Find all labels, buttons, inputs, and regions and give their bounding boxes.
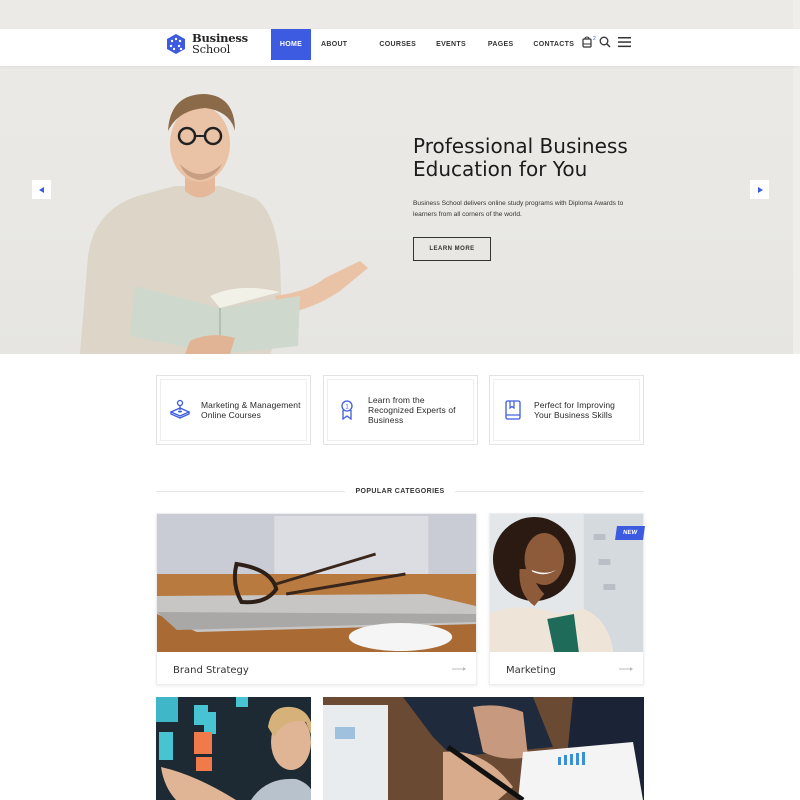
- arrow-right-icon: [757, 186, 763, 193]
- section-title: POPULAR CATEGORIES: [355, 487, 445, 495]
- arrow-right-icon[interactable]: [619, 666, 633, 672]
- hero-description: Business School delivers online study pr…: [413, 200, 624, 218]
- search-button[interactable]: [599, 36, 611, 48]
- hero-title-line1: Professional Business: [413, 134, 628, 158]
- divider-line: [156, 490, 346, 492]
- nav-item-events[interactable]: EVENTS: [428, 29, 478, 60]
- category-label[interactable]: Brand Strategy: [173, 665, 249, 676]
- logo-text: Business School: [192, 32, 248, 56]
- search-icon: [599, 36, 611, 48]
- hero-image-man-with-book: [80, 94, 368, 354]
- logo[interactable]: Business School: [166, 32, 248, 56]
- feature-card-experts: 1 Learn from the Recognized Experts of B…: [323, 375, 478, 445]
- nav-item-about[interactable]: ABOUT: [311, 29, 359, 60]
- divider-line: [454, 490, 645, 492]
- feature-text: Perfect for Improving Your Business Skil…: [534, 400, 615, 420]
- feature-card-courses: Marketing & Management Online Courses: [156, 375, 311, 445]
- feature-card-skills: Perfect for Improving Your Business Skil…: [489, 375, 644, 445]
- header-tools: 2: [582, 36, 631, 48]
- hero-title: Professional Business Education for You: [413, 135, 673, 181]
- main-nav: HOME ABOUT COURSES EVENTS PAGES CONTACTS: [271, 29, 586, 60]
- category-image-business-documents[interactable]: [323, 697, 644, 800]
- feature-text: Learn from the Recognized Experts of Bus…: [368, 395, 456, 425]
- learn-more-button[interactable]: LEARN MORE: [413, 237, 491, 261]
- nav-item-courses[interactable]: COURSES: [359, 29, 428, 60]
- cart-button[interactable]: 2: [582, 36, 596, 48]
- popular-categories-heading: POPULAR CATEGORIES: [156, 486, 645, 496]
- nav-item-pages[interactable]: PAGES: [478, 29, 526, 60]
- hamburger-menu-icon: [617, 37, 631, 48]
- joystick-icon: [169, 399, 191, 419]
- logo-text-line2: School: [192, 42, 231, 56]
- arrow-left-icon: [38, 186, 44, 193]
- svg-text:1: 1: [345, 405, 349, 411]
- new-badge: NEW: [615, 526, 645, 540]
- nav-item-contacts[interactable]: CONTACTS: [525, 29, 586, 60]
- menu-button[interactable]: [617, 36, 631, 48]
- nav-item-home[interactable]: HOME: [271, 29, 311, 60]
- category-label[interactable]: Marketing: [506, 665, 556, 676]
- arrow-right-icon[interactable]: [452, 666, 466, 672]
- logo-dice-icon: [167, 34, 185, 54]
- category-image-sticky-notes[interactable]: [156, 697, 311, 800]
- award-ribbon-icon: 1: [341, 400, 353, 421]
- hero-title-line2: Education for You: [413, 157, 588, 181]
- category-image-laptop-glasses: [157, 514, 476, 652]
- slider-prev-button[interactable]: [32, 180, 51, 199]
- shopping-bag-icon: [582, 36, 592, 48]
- slider-next-button[interactable]: [750, 180, 769, 199]
- feature-text: Marketing & Management Online Courses: [201, 400, 301, 420]
- category-card-brand-strategy[interactable]: Brand Strategy: [156, 513, 477, 685]
- book-icon: [505, 400, 521, 420]
- site-header: Business School HOME ABOUT COURSES EVENT…: [0, 29, 800, 66]
- cart-count-badge: 2: [593, 36, 596, 42]
